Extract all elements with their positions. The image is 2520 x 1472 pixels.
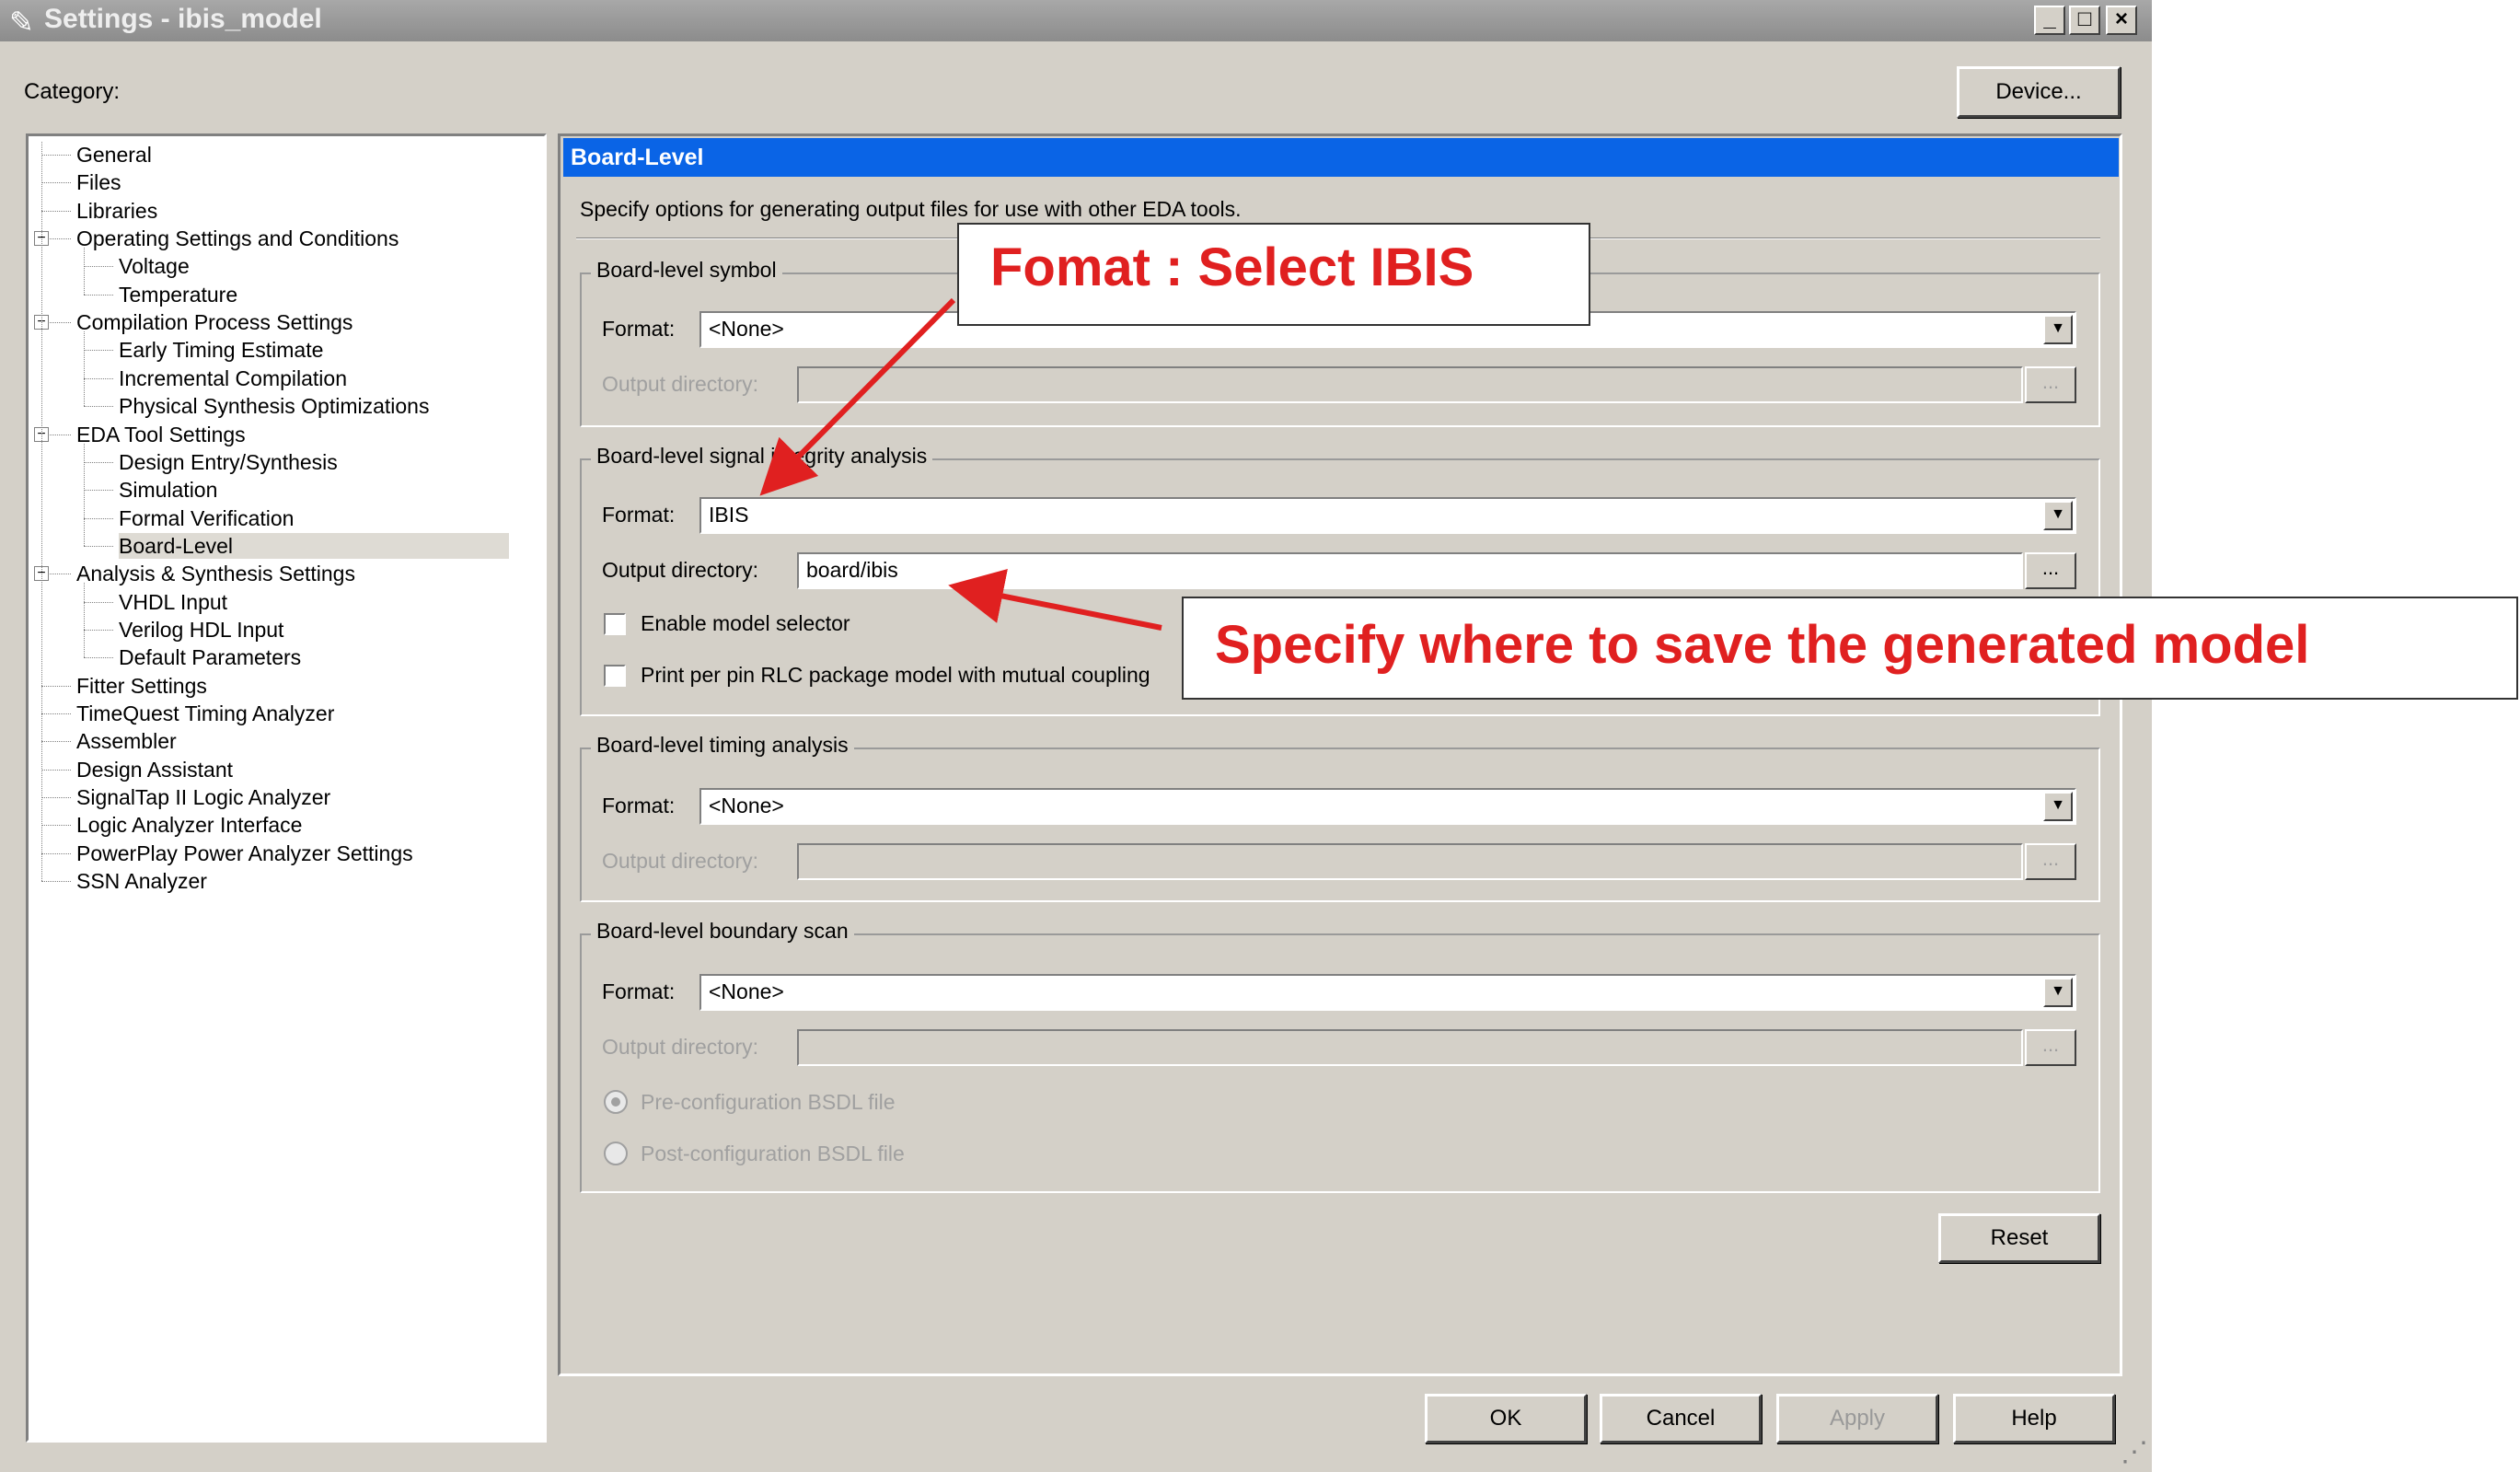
format-callout: Fomat : Select IBIS <box>957 223 1590 326</box>
format-arrow <box>759 297 956 496</box>
annotation-arrows <box>759 297 1162 631</box>
output-arrow <box>948 568 1162 631</box>
output-callout: Specify where to save the generated mode… <box>1182 597 2518 700</box>
